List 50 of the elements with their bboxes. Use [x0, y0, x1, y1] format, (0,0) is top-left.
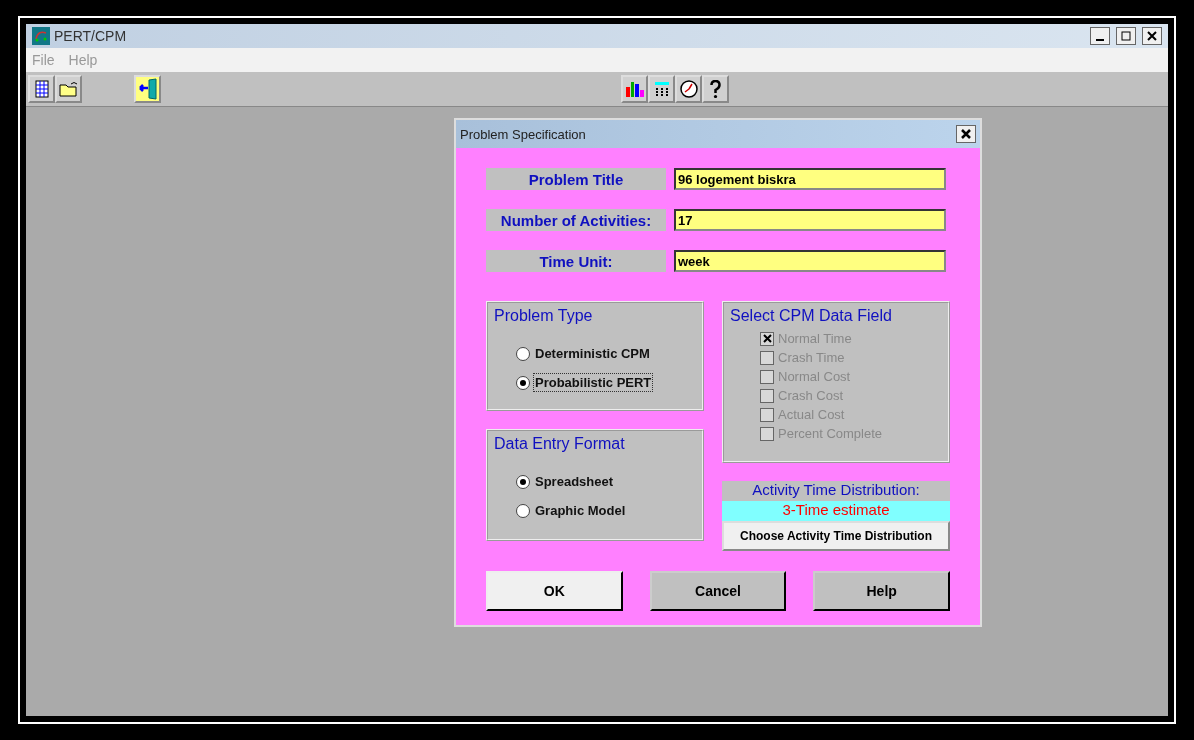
toolbar-button[interactable]	[702, 75, 729, 103]
radio-label: Spreadsheet	[534, 473, 615, 490]
radio-label: Probabilistic PERT	[534, 374, 653, 391]
toolbar-button[interactable]	[648, 75, 675, 103]
radio-button[interactable]	[516, 346, 530, 361]
close-icon	[961, 129, 971, 139]
radio-button[interactable]	[516, 503, 530, 518]
menu-item[interactable]: Help	[68, 52, 98, 68]
choose-distribution-button[interactable]: Choose Activity Time Distribution	[722, 521, 950, 551]
radio-label: Deterministic CPM	[534, 345, 651, 362]
window-title: PERT/CPM	[54, 28, 128, 44]
toolbar-button[interactable]	[28, 75, 55, 103]
close-button[interactable]	[956, 125, 976, 143]
app-icon	[32, 27, 50, 45]
maximize-button[interactable]	[1116, 27, 1136, 45]
dialog-title: Problem Specification	[460, 126, 586, 142]
toolbar-button[interactable]	[621, 75, 648, 103]
dialog-button[interactable]: OK	[486, 571, 623, 611]
group-title: Problem Type	[494, 307, 593, 325]
field-label: Problem Title	[486, 168, 666, 190]
bar-chart-icon	[623, 79, 646, 99]
input-field[interactable]: 96 logement biskra	[674, 168, 946, 190]
close-button[interactable]	[1142, 27, 1162, 45]
input-field[interactable]: 17	[674, 209, 946, 231]
group-title: Select CPM Data Field	[730, 307, 892, 325]
question-mark-icon	[710, 80, 721, 98]
close-icon	[1147, 31, 1157, 41]
toolbar-button[interactable]	[675, 75, 702, 103]
grid-page-icon	[34, 80, 49, 98]
x-mark-icon	[762, 334, 772, 343]
group-title: Data Entry Format	[494, 435, 625, 453]
minimize-icon	[1096, 39, 1104, 41]
folder-icon	[58, 81, 79, 97]
maximize-icon	[1121, 31, 1131, 41]
radio-button[interactable]	[516, 375, 530, 390]
door-icon	[137, 78, 158, 100]
clock-icon	[678, 79, 699, 99]
radio-button[interactable]	[516, 474, 530, 489]
field-label: Time Unit:	[486, 250, 666, 272]
dialog-button[interactable]: Cancel	[649, 571, 787, 611]
radio-label: Graphic Model	[534, 502, 627, 519]
field-label: Number of Activities:	[486, 209, 666, 231]
calculator-icon	[654, 81, 669, 97]
distribution-value: 3-Time estimate	[722, 501, 950, 521]
toolbar-button[interactable]	[134, 75, 161, 103]
input-field[interactable]: week	[674, 250, 946, 272]
menu-item[interactable]: File	[32, 52, 55, 68]
distribution-label: Activity Time Distribution:	[722, 481, 950, 501]
minimize-button[interactable]	[1090, 27, 1110, 45]
dialog-button[interactable]: Help	[813, 571, 950, 611]
